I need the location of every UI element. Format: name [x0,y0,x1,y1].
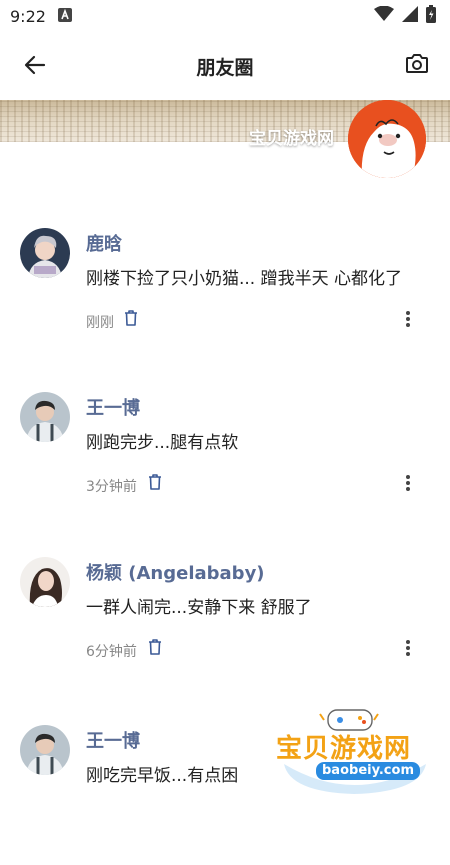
battery-icon [426,5,436,27]
more-button[interactable] [398,474,418,496]
more-vert-icon [405,474,411,496]
status-bar: 9:22 [0,0,450,32]
watermark-url: baobeiy.com [316,762,420,780]
delete-button[interactable] [146,639,164,659]
wifi-icon [374,5,394,26]
post-item: 杨颖 (Angelababy) 一群人闹完...安静下来 舒服了 6分钟前 [0,557,450,697]
more-button[interactable] [398,639,418,661]
avatar[interactable] [20,392,70,442]
delete-button[interactable] [146,474,164,494]
post-item: 王一博 刚跑完步...腿有点软 3分钟前 [0,392,450,532]
watermark-title: 宝贝游戏网 [276,734,412,764]
post-author[interactable]: 王一博 [86,394,140,420]
page-title: 朋友圈 [196,56,254,79]
trash-icon [148,474,162,494]
more-button[interactable] [398,310,418,332]
cover-username: 宝贝游戏网 [249,129,334,149]
trash-icon [148,639,162,659]
more-vert-icon [405,310,411,332]
avatar[interactable] [20,228,70,278]
camera-button[interactable] [402,50,432,80]
post-content: 刚楼下捡了只小奶猫... 蹭我半天 心都化了 [86,269,403,289]
post-time: 6分钟前 [86,644,137,660]
a-letter-icon [57,7,72,26]
camera-icon [405,52,429,78]
trash-icon [124,310,138,330]
signal-icon [402,6,418,26]
post-author[interactable]: 鹿晗 [86,230,122,256]
back-button[interactable] [20,52,50,82]
avatar[interactable] [20,557,70,607]
post-content: 刚吃完早饭...有点困 [86,766,239,786]
app-bar: 朋友圈 [0,32,450,100]
post-content: 刚跑完步...腿有点软 [86,433,239,453]
status-time: 9:22 [10,6,46,26]
post-item: 鹿晗 刚楼下捡了只小奶猫... 蹭我半天 心都化了 刚刚 [0,228,450,368]
delete-button[interactable] [122,310,140,330]
avatar[interactable] [20,725,70,775]
post-time: 3分钟前 [86,479,137,495]
post-author[interactable]: 杨颖 (Angelababy) [86,559,265,585]
post-content: 一群人闹完...安静下来 舒服了 [86,598,312,618]
post-author[interactable]: 王一博 [86,727,140,753]
arrow-left-icon [24,54,46,80]
more-vert-icon [405,639,411,661]
watermark-logo: 宝贝游戏网 baobeiy.com [270,706,440,798]
post-time: 刚刚 [86,315,114,331]
cover-avatar[interactable] [348,100,426,178]
